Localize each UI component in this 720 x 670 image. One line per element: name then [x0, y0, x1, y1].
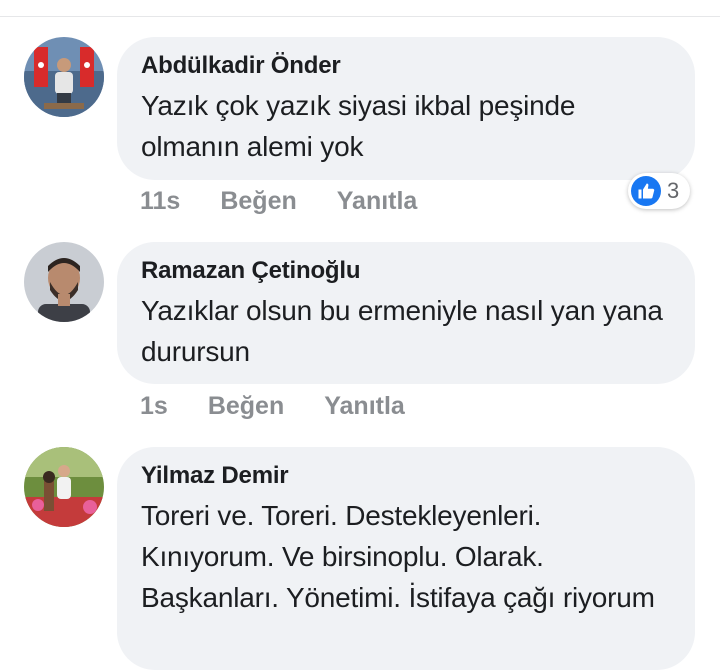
comment-text: Toreri ve. Toreri. Destekleyenleri. Kını… — [141, 500, 655, 613]
comment-actions: 11s Beğen Yanıtla — [140, 181, 457, 221]
like-button[interactable]: Beğen — [208, 392, 284, 421]
comment-text: Yazıklar olsun bu ermeniyle nasıl yan ya… — [141, 295, 663, 367]
top-divider — [0, 16, 720, 17]
like-icon — [631, 176, 661, 206]
comment-author[interactable]: Yilmaz Demir — [141, 461, 671, 491]
comment-bubble: Abdülkadir Önder Yazık çok yazık siyasi … — [117, 37, 695, 180]
comment-bubble: Ramazan Çetinoğlu Yazıklar olsun bu erme… — [117, 242, 695, 384]
reply-button[interactable]: Yanıtla — [337, 187, 418, 216]
comment-text: Yazık çok yazık siyasi ikbal peşinde olm… — [141, 90, 576, 162]
avatar[interactable] — [24, 37, 104, 117]
comment-author[interactable]: Abdülkadir Önder — [141, 51, 671, 81]
reaction-badge[interactable]: 3 — [628, 173, 690, 209]
reply-button[interactable]: Yanıtla — [324, 392, 405, 421]
avatar[interactable] — [24, 447, 104, 527]
comment-author[interactable]: Ramazan Çetinoğlu — [141, 256, 671, 286]
like-button[interactable]: Beğen — [220, 187, 296, 216]
comment-time[interactable]: 11s — [140, 187, 180, 216]
reaction-count: 3 — [667, 178, 680, 203]
avatar[interactable] — [24, 242, 104, 322]
comment-actions: 1s Beğen Yanıtla — [140, 386, 445, 426]
comment-time[interactable]: 1s — [140, 392, 168, 421]
comment-bubble: Yilmaz Demir Toreri ve. Toreri. Destekle… — [117, 447, 695, 670]
